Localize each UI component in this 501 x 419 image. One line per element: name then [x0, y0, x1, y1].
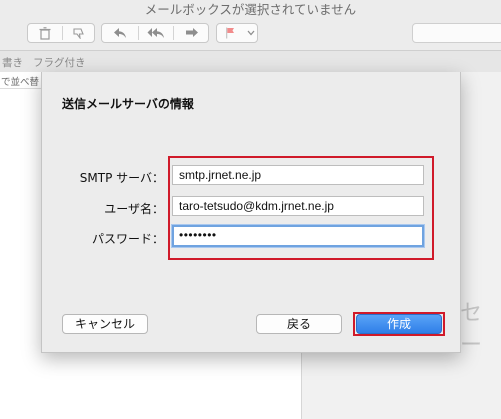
reply-all-icon[interactable] [139, 24, 173, 42]
favorites-item-flagged[interactable]: フラグ付き [33, 55, 86, 70]
reply-icon[interactable] [102, 24, 138, 42]
password-label: パスワード： [91, 232, 164, 246]
back-button[interactable]: 戻る [256, 314, 342, 334]
flag-group [216, 23, 258, 43]
outgoing-server-dialog: 送信メールサーバの情報 SMTP サーバ： smtp.jrnet.ne.jp ユ… [41, 72, 461, 353]
trash-icon[interactable] [28, 24, 62, 42]
smtp-server-label: SMTP サーバ： [79, 171, 164, 185]
delete-junk-group [27, 23, 95, 43]
viewer-placeholder-text: セー [460, 301, 483, 358]
username-label: ユーザ名： [104, 202, 164, 216]
forward-icon[interactable] [174, 24, 209, 42]
fields-highlight-box [168, 156, 434, 260]
sort-label[interactable]: で並べ替 [1, 74, 39, 88]
dialog-title: 送信メールサーバの情報 [62, 97, 194, 111]
favorites-bar: 書き フラグ付き [0, 51, 501, 73]
cancel-button[interactable]: キャンセル [62, 314, 148, 334]
reply-group [101, 23, 209, 43]
junk-thumbs-down-icon[interactable] [63, 24, 95, 42]
create-button[interactable]: 作成 [356, 314, 442, 334]
search-input[interactable] [412, 23, 501, 43]
flag-icon[interactable] [217, 24, 243, 42]
chevron-down-icon[interactable] [243, 24, 258, 42]
favorites-item-drafts[interactable]: 書き [2, 55, 23, 70]
toolbar [0, 18, 501, 51]
window-title: メールボックスが選択されていません [0, 0, 501, 18]
